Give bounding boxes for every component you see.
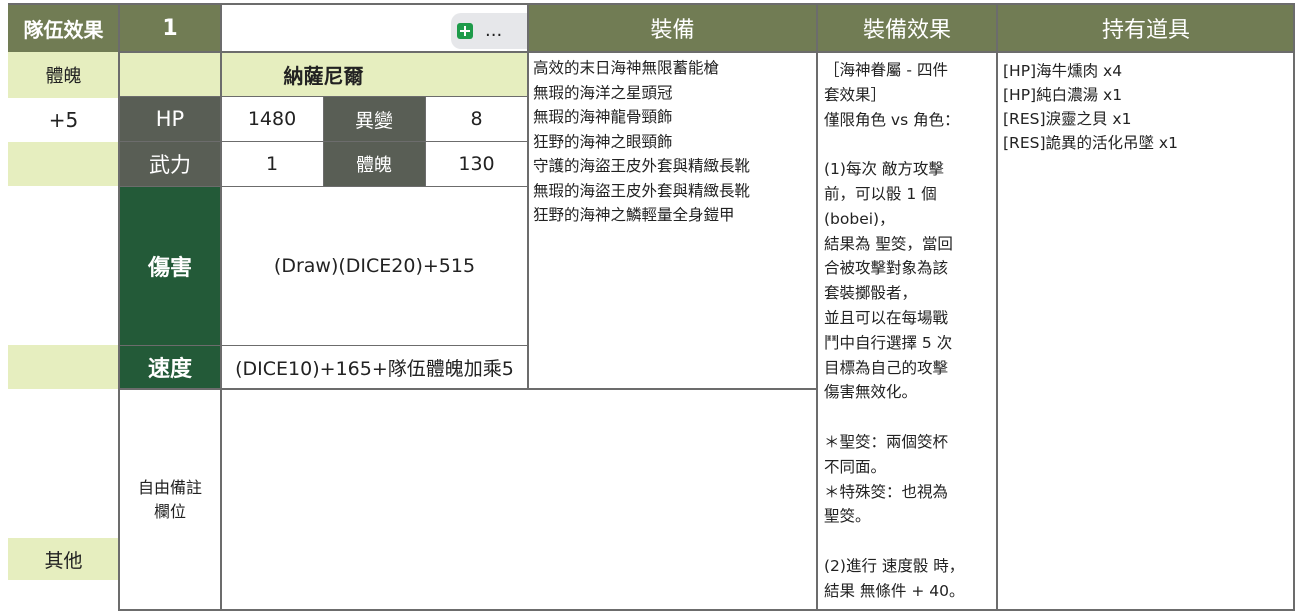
left-empty-cell (8, 142, 119, 186)
equipment-item[interactable]: 守護的海盜王皮外套與精緻長靴 (533, 154, 815, 179)
equipment-item[interactable]: 狂野的海神之鱗輕量全身鎧甲 (533, 203, 815, 228)
mutation-label: 異變 (323, 97, 425, 141)
equipment-header: 裝備 (528, 4, 817, 52)
speed-label: 速度 (119, 345, 221, 389)
add-button[interactable]: ... (451, 13, 539, 49)
character-name[interactable]: 納薩尼爾 (119, 52, 528, 97)
items-list: [HP]海牛燻肉 x4 [HP]純白濃湯 x1 [RES]淚靈之貝 x1 [RE… (1003, 59, 1293, 155)
equipment-item[interactable]: 狂野的海神之眼頸飾 (533, 130, 815, 155)
team-effect-header: 隊伍效果 (8, 4, 119, 52)
damage-value[interactable]: (Draw)(DICE20)+515 (221, 186, 528, 345)
items-header: 持有道具 (997, 4, 1295, 52)
toolbar-cell: ... (221, 4, 539, 52)
add-icon (457, 23, 473, 39)
body-label: 體魄 (323, 141, 425, 186)
equipment-item[interactable]: 無瑕的海盜王皮外套與精緻長靴 (533, 179, 815, 204)
more-label: ... (485, 20, 503, 41)
team-effect-value[interactable]: 1 (119, 4, 221, 52)
equip-effect-header: 裝備效果 (817, 4, 997, 52)
equipment-item[interactable]: 高效的末日海神無限蓄能槍 (533, 56, 815, 81)
left-empty-cell-2 (8, 345, 119, 389)
mutation-value[interactable]: 8 (425, 97, 528, 141)
equip-effect-text[interactable]: ［海神眷屬 - 四件 套效果］ 僅限角色 vs 角色： (1)每次 敵方攻擊 前… (824, 58, 994, 610)
inventory-item[interactable]: [RES]淚靈之貝 x1 (1003, 107, 1293, 131)
equipment-item[interactable]: 無瑕的海洋之星頭冠 (533, 81, 815, 106)
left-stat-value[interactable]: +5 (8, 98, 119, 142)
hp-label: HP (119, 97, 221, 141)
left-stat-label: 體魄 (8, 52, 119, 98)
damage-label: 傷害 (119, 186, 221, 345)
force-value[interactable]: 1 (221, 141, 323, 186)
equipment-list: 高效的末日海神無限蓄能槍 無瑕的海洋之星頭冠 無瑕的海神龍骨頸飾 狂野的海神之眼… (533, 56, 815, 236)
notes-field[interactable] (221, 389, 817, 610)
hp-value[interactable]: 1480 (221, 97, 323, 141)
inventory-item[interactable]: [HP]海牛燻肉 x4 (1003, 59, 1293, 83)
body-value[interactable]: 130 (425, 141, 528, 186)
notes-label: 自由備註 欄位 (119, 389, 221, 610)
inventory-item[interactable]: [HP]純白濃湯 x1 (1003, 83, 1293, 107)
force-label: 武力 (119, 141, 221, 186)
inventory-item[interactable]: [RES]詭異的活化吊墜 x1 (1003, 131, 1293, 155)
equipment-item[interactable]: 無瑕的海神龍骨頸飾 (533, 105, 815, 130)
speed-value[interactable]: (DICE10)+165+隊伍體魄加乘5 (221, 345, 528, 389)
left-other-label: 其他 (8, 538, 119, 580)
